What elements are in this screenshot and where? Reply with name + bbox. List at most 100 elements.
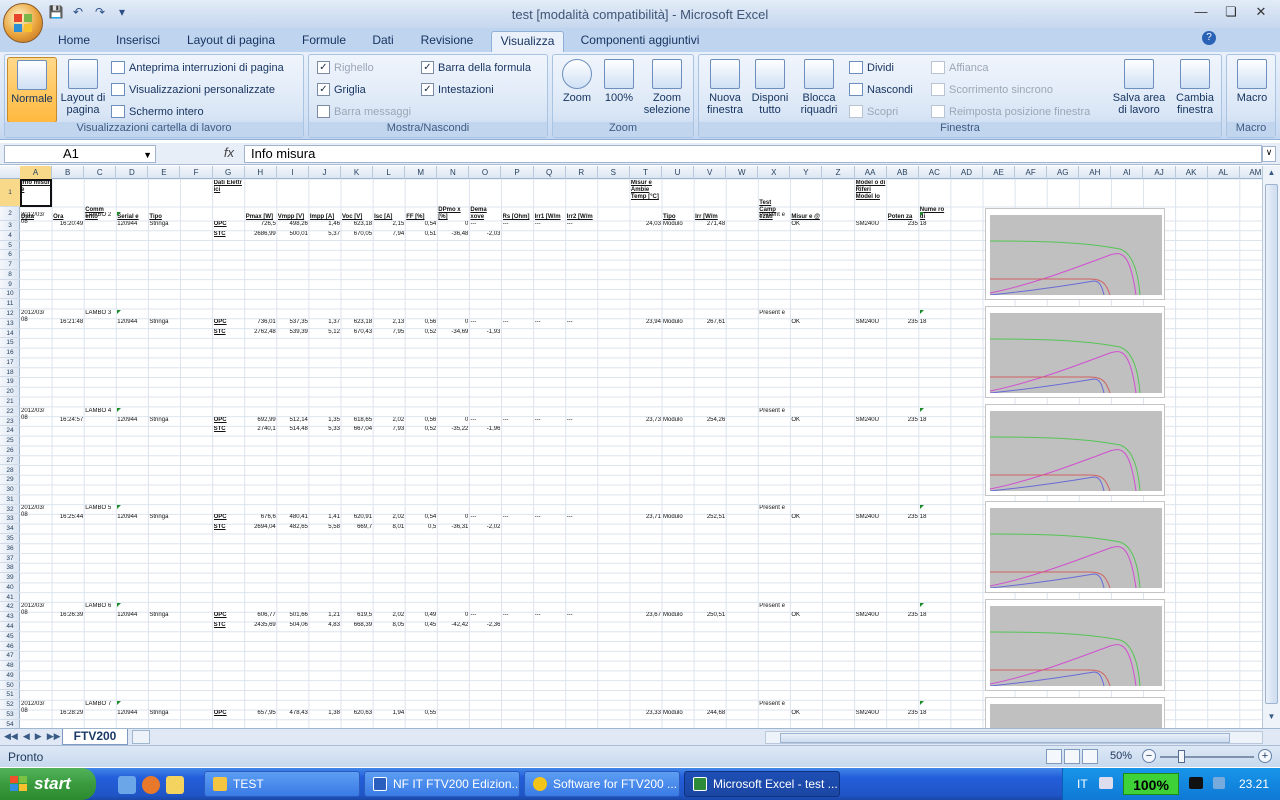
cell-H24[interactable]: 2740,1 <box>246 426 275 433</box>
cell-L23[interactable]: 2,02 <box>374 417 405 424</box>
cell-L43[interactable]: 2,02 <box>374 612 405 619</box>
cell-H34[interactable]: 2694,04 <box>246 524 276 531</box>
email-icon[interactable] <box>166 776 184 794</box>
cell-D43[interactable]: 120944 <box>117 612 147 619</box>
cell-K1[interactable]: Voc [V] <box>342 193 372 221</box>
cell-M4[interactable]: 0,51 <box>406 231 437 238</box>
griglia-checkbox[interactable]: ✓ Griglia <box>317 83 366 96</box>
row-header[interactable]: 33 <box>0 514 20 525</box>
zoom-button[interactable]: Zoom <box>557 57 597 123</box>
tab-visualizza[interactable]: Visualizza <box>491 31 564 52</box>
cell-N33[interactable]: 0 <box>438 514 468 521</box>
column-header[interactable]: Y <box>790 166 823 179</box>
cell-H13[interactable]: 736,01 <box>246 319 275 326</box>
comment-indicator[interactable] <box>117 701 122 705</box>
cell-L13[interactable]: 2,13 <box>374 319 405 326</box>
cell-V53[interactable]: 244,68 <box>695 710 725 717</box>
column-header[interactable]: AD <box>951 166 983 179</box>
row-header[interactable]: 35 <box>0 534 20 544</box>
cell-U43[interactable]: Modulo <box>663 612 693 619</box>
cell-M44[interactable]: 0,45 <box>406 622 437 629</box>
cell-C53[interactable]: LAMBO 7 <box>85 701 115 719</box>
blocca-riquadri-button[interactable]: Blocca riquadri <box>793 57 845 123</box>
worksheet-grid[interactable]: A B C D E F G H I J K L M N O P Q R S T U V W X Y Z AA AB AC AD AE AF AG… <box>0 166 1262 728</box>
column-header[interactable]: W <box>726 166 759 179</box>
cell-I53[interactable]: 478,43 <box>278 710 308 717</box>
row-header[interactable]: 48 <box>0 661 20 671</box>
column-header[interactable]: S <box>598 166 630 179</box>
cell-R1[interactable]: Irr2 [W/m <box>567 193 597 221</box>
cell-O14[interactable]: -1,93 <box>470 329 501 336</box>
row-header[interactable]: 28 <box>0 466 20 476</box>
cell-O44[interactable]: -2,36 <box>470 622 501 629</box>
cell-AC53[interactable]: 18 <box>920 710 950 717</box>
first-sheet-icon[interactable]: ◀◀ <box>4 731 18 742</box>
cell-P13[interactable]: --- <box>503 319 533 326</box>
cell-V43[interactable]: 250,51 <box>695 612 725 619</box>
row-header[interactable]: 10 <box>0 289 20 300</box>
cell-H23[interactable]: 692,99 <box>246 417 275 424</box>
cell-V13[interactable]: 267,61 <box>695 319 725 326</box>
cell-H44[interactable]: 2435,69 <box>246 622 276 629</box>
cell-K13[interactable]: 623,18 <box>342 319 372 326</box>
sheet-tab-ftv200[interactable]: FTV200 <box>62 729 128 745</box>
row-header[interactable]: 32 <box>0 505 20 515</box>
row-header[interactable]: 46 <box>0 642 20 652</box>
row-header[interactable]: 18 <box>0 368 20 378</box>
cell-U1[interactable]: Tipo <box>663 193 693 221</box>
cell-A53[interactable]: 2012/03/ 08 <box>21 701 51 719</box>
cell-AC13[interactable]: 18 <box>920 319 950 326</box>
cell-AC43[interactable]: 18 <box>920 612 950 619</box>
cell-O3[interactable]: --- <box>470 221 500 228</box>
cell-M23[interactable]: 0,56 <box>406 417 437 424</box>
cell-B13[interactable]: 16:21:48 <box>53 319 83 326</box>
cell-A13[interactable]: 2012/03/ 08 <box>21 310 51 328</box>
cell-C43[interactable]: LAMBO 6 <box>85 603 115 621</box>
visualizzazioni-personalizzate-button[interactable]: Visualizzazioni personalizzate <box>111 83 275 96</box>
column-header[interactable]: K <box>341 166 374 179</box>
restore-icon[interactable]: ❏ <box>1220 4 1242 20</box>
cell-A23[interactable]: 2012/03/ 08 <box>21 408 51 426</box>
cell-L44[interactable]: 8,05 <box>374 622 405 629</box>
iv-curve-chart[interactable] <box>985 208 1165 300</box>
cell-H33[interactable]: 676,6 <box>246 514 276 521</box>
row-header[interactable]: 40 <box>0 583 20 593</box>
cell-E33[interactable]: Stringa <box>149 514 179 521</box>
task-test-folder[interactable]: TEST <box>204 771 360 797</box>
cell-E43[interactable]: Stringa <box>149 612 179 619</box>
row-header[interactable]: 27 <box>0 456 20 466</box>
column-header[interactable]: F <box>181 166 213 179</box>
cell-N44[interactable]: -42,42 <box>438 622 468 629</box>
task-word-document[interactable]: NF IT FTV200 Edizion... <box>364 771 520 797</box>
cell-I1[interactable]: Vmpp [V] <box>278 193 308 221</box>
cell-R23[interactable]: --- <box>567 417 597 424</box>
column-header[interactable]: R <box>566 166 598 179</box>
comment-indicator[interactable] <box>117 603 122 608</box>
row-header[interactable]: 24 <box>0 426 20 437</box>
language-indicator[interactable]: IT <box>1077 777 1088 791</box>
save-icon[interactable]: 💾 <box>48 5 64 21</box>
row-header[interactable]: 50 <box>0 681 20 691</box>
column-header[interactable]: AL <box>1208 166 1240 179</box>
task-excel[interactable]: Microsoft Excel - test ... <box>684 771 840 797</box>
cell-AB43[interactable]: 235 <box>888 612 918 619</box>
column-header[interactable]: AM <box>1240 166 1262 179</box>
cell-AC1[interactable]: Nume ro di <box>920 193 950 221</box>
cell-Q13[interactable]: --- <box>535 319 565 326</box>
row-header[interactable]: 53 <box>0 710 20 720</box>
cell-V1[interactable]: Irr [W/m <box>695 193 725 221</box>
cell-H1[interactable]: Pmax [W] <box>246 193 276 221</box>
cell-D3[interactable]: 120944 <box>117 221 147 228</box>
column-header[interactable]: AG <box>1047 166 1080 179</box>
row-header[interactable]: 25 <box>0 436 20 446</box>
cell-V33[interactable]: 252,51 <box>695 514 725 521</box>
macro-button[interactable]: Macro <box>1230 57 1274 123</box>
cell-G43[interactable]: OPC <box>214 612 244 619</box>
cell-J23[interactable]: 1,35 <box>310 417 340 424</box>
row-header[interactable]: 37 <box>0 554 20 564</box>
comment-indicator[interactable] <box>117 505 122 510</box>
cell-I13[interactable]: 537,35 <box>278 319 308 326</box>
cell-J4[interactable]: 5,37 <box>310 231 340 238</box>
row-header[interactable]: 44 <box>0 622 20 632</box>
cell-J24[interactable]: 5,33 <box>310 426 340 433</box>
